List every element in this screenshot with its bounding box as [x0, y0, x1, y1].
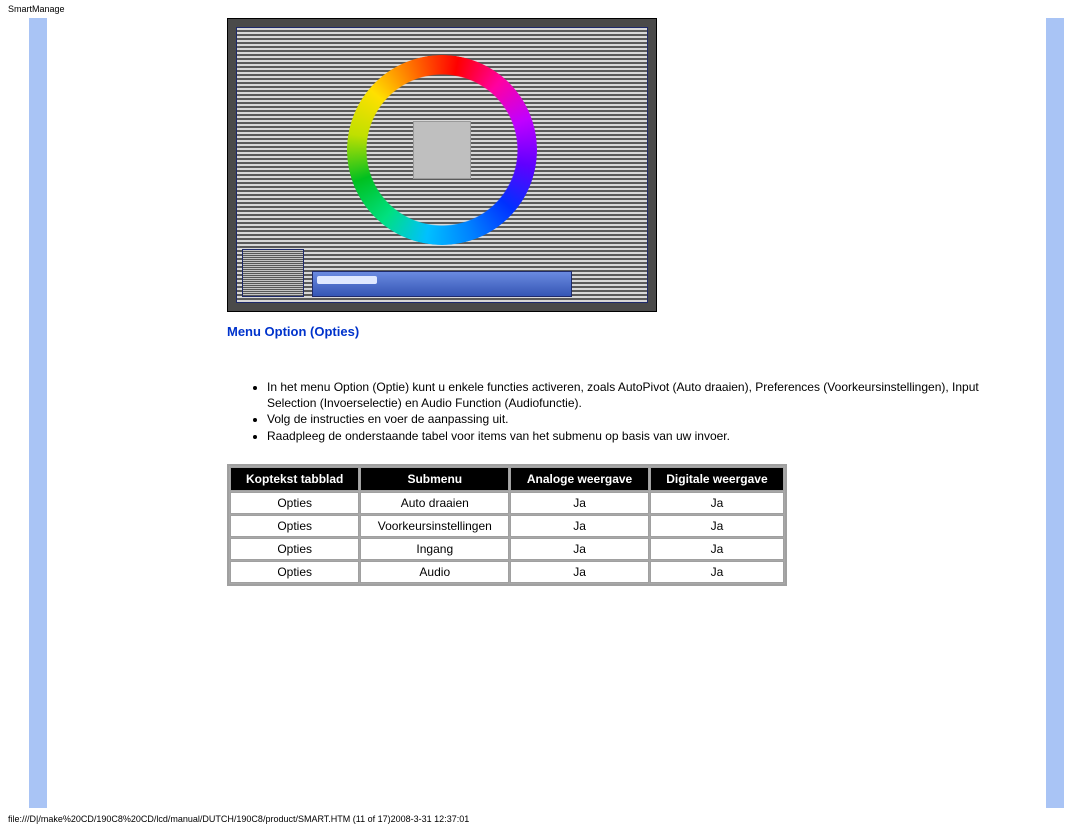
stripe-right	[1046, 18, 1064, 808]
list-item: In het menu Option (Optie) kunt u enkele…	[267, 379, 1006, 411]
calibration-pattern-image	[227, 18, 657, 312]
cell: Ja	[510, 538, 649, 560]
options-table: Koptekst tabblad Submenu Analoge weergav…	[227, 464, 787, 586]
thumbnail-pattern	[242, 249, 304, 297]
cell: Ja	[510, 561, 649, 583]
stripe-left	[29, 18, 47, 808]
cell: Ja	[650, 538, 784, 560]
cell: Opties	[230, 561, 359, 583]
content: Menu Option (Opties) In het menu Option …	[47, 18, 1046, 808]
col-header: Analoge weergave	[510, 467, 649, 491]
col-header: Digitale weergave	[650, 467, 784, 491]
page-layout: Menu Option (Opties) In het menu Option …	[0, 18, 1080, 808]
doc-title: SmartManage	[8, 4, 65, 14]
cell: Audio	[360, 561, 509, 583]
list-item: Volg de instructies en voer de aanpassin…	[267, 411, 1006, 427]
cell: Opties	[230, 538, 359, 560]
col-header: Koptekst tabblad	[230, 467, 359, 491]
cell: Opties	[230, 515, 359, 537]
list-item: Raadpleeg de onderstaande tabel voor ite…	[267, 428, 1006, 444]
table-row: Opties Ingang Ja Ja	[230, 538, 784, 560]
page-header: SmartManage	[0, 0, 1080, 18]
center-square	[413, 121, 471, 179]
cell: Ja	[510, 515, 649, 537]
notes-list: In het menu Option (Optie) kunt u enkele…	[227, 379, 1006, 444]
cell: Ja	[510, 492, 649, 514]
cell: Voorkeursinstellingen	[360, 515, 509, 537]
col-header: Submenu	[360, 467, 509, 491]
table-row: Opties Auto draaien Ja Ja	[230, 492, 784, 514]
cell: Ja	[650, 492, 784, 514]
table-header-row: Koptekst tabblad Submenu Analoge weergav…	[230, 467, 784, 491]
cell: Ja	[650, 561, 784, 583]
table-row: Opties Audio Ja Ja	[230, 561, 784, 583]
footer-path: file:///D|/make%20CD/190C8%20CD/lcd/manu…	[0, 808, 1080, 830]
table-row: Opties Voorkeursinstellingen Ja Ja	[230, 515, 784, 537]
cell: Ja	[650, 515, 784, 537]
gutter-right	[1064, 18, 1080, 808]
cell: Ingang	[360, 538, 509, 560]
cell: Auto draaien	[360, 492, 509, 514]
gutter-left	[0, 18, 29, 808]
section-title: Menu Option (Opties)	[227, 324, 1006, 339]
cell: Opties	[230, 492, 359, 514]
toolbar-mock	[312, 271, 572, 297]
